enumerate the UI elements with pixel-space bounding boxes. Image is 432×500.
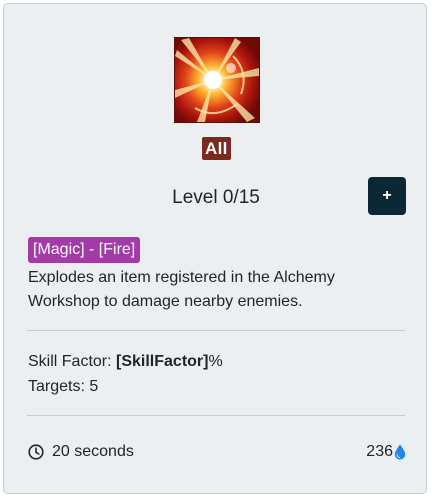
- fire-explosion-icon: [174, 37, 260, 123]
- skill-type-tag: [Magic] - [Fire]: [28, 237, 141, 263]
- cooldown: 20 seconds: [28, 440, 134, 464]
- clock-icon: [28, 444, 44, 460]
- skill-factor-value: [SkillFactor]: [116, 353, 209, 370]
- water-drop-icon: [394, 444, 406, 460]
- skill-description: Explodes an item registered in the Alche…: [28, 269, 335, 310]
- skill-factor-line: Skill Factor: [SkillFactor]%: [28, 350, 223, 374]
- targets-line: Targets: 5: [28, 378, 99, 395]
- skill-factor-label: Skill Factor:: [28, 353, 117, 370]
- mana-cost-value: 236: [366, 443, 393, 460]
- availability-badge: All: [202, 137, 231, 160]
- add-level-button[interactable]: +: [368, 177, 406, 215]
- divider: [27, 330, 405, 331]
- divider: [27, 415, 405, 416]
- skill-card: All Level 0/15 + [Magic] - [Fire] Explod…: [3, 3, 427, 494]
- mana-cost: 236: [366, 440, 406, 464]
- skill-level: Level 0/15: [172, 187, 260, 208]
- skill-factor-unit: %: [208, 353, 223, 370]
- cooldown-text: 20 seconds: [52, 443, 134, 460]
